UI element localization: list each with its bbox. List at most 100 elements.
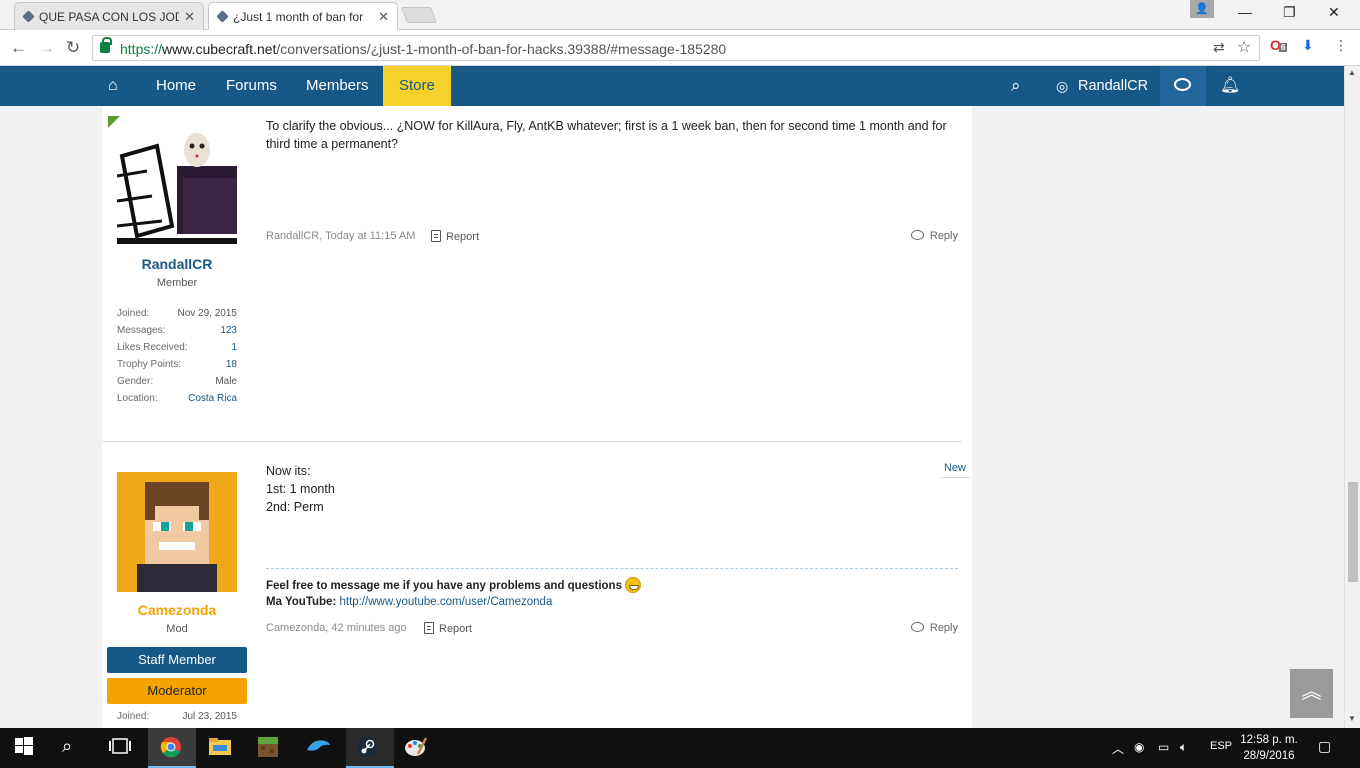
tab-title: ¿Just 1 month of ban for xyxy=(233,10,364,24)
author-name[interactable]: Camezonda xyxy=(102,602,252,618)
close-tab-icon[interactable]: ✕ xyxy=(184,9,195,25)
moderator-banner: Moderator xyxy=(107,678,247,704)
file-explorer-icon[interactable] xyxy=(208,736,232,760)
message-divider xyxy=(102,441,962,442)
url-text[interactable]: https://www.cubecraft.net/conversations/… xyxy=(120,41,726,57)
search-icon[interactable]: ⌕ xyxy=(62,736,86,760)
translate-icon[interactable]: ⇄ xyxy=(1213,39,1225,56)
stat-joined: Joined: Nov 29, 2015 xyxy=(117,308,237,319)
user-stats: Joined: Nov 29, 2015 Messages: 123 Likes R… xyxy=(117,305,237,407)
avatar[interactable] xyxy=(117,472,237,592)
smiley-icon xyxy=(624,577,641,593)
volume-icon[interactable]: 🔈︎ xyxy=(1180,740,1187,755)
bookmark-star-icon[interactable]: ☆ xyxy=(1237,37,1251,57)
body-line: 1st: 1 month xyxy=(266,482,335,496)
avatar-image xyxy=(117,472,237,592)
report-icon xyxy=(431,230,441,242)
browser-tab-2[interactable]: ¿Just 1 month of ban for ✕ xyxy=(208,2,398,31)
paint-icon[interactable] xyxy=(404,736,428,760)
message-meta[interactable]: RandallCR, Today at 11:15 AM xyxy=(266,230,415,242)
speech-bubble-icon xyxy=(1174,78,1191,91)
user-title: Mod xyxy=(166,623,188,635)
cube-favicon-icon xyxy=(216,10,229,23)
bell-icon[interactable]: 🔔︎ xyxy=(1220,66,1240,106)
network-icon[interactable]: ▭ xyxy=(1158,740,1169,754)
clock-date: 28/9/2016 xyxy=(1243,750,1295,762)
restore-icon[interactable]: ❐ xyxy=(1283,4,1296,21)
stat-joined: Joined: Jul 23, 2015 xyxy=(117,711,237,722)
clock-time: 12:58 p. m. xyxy=(1240,734,1298,746)
reply-button[interactable]: Reply xyxy=(910,622,958,634)
vertical-scrollbar[interactable]: ▲ ▼ xyxy=(1344,66,1360,728)
message-footer: RandallCR, Today at 11:15 AM Report Repl… xyxy=(266,230,958,248)
user-account-icon[interactable]: ◎ xyxy=(1056,66,1068,106)
signature: Feel free to message me if you have any … xyxy=(266,568,958,610)
reply-icon xyxy=(910,622,924,632)
minecraft-icon[interactable] xyxy=(257,736,281,760)
dolphin-icon[interactable] xyxy=(305,736,330,760)
windows-taskbar: ⌕ ︿ ◉ ▭ 🔈︎ ESP 12:58 p. m. 28/9/2016 ▢ xyxy=(0,728,1360,768)
nav-user[interactable]: RandallCR xyxy=(1078,66,1148,106)
minimize-icon[interactable]: — xyxy=(1238,4,1252,20)
nav-members[interactable]: Members xyxy=(306,66,369,106)
forward-icon[interactable]: → xyxy=(38,38,55,58)
steam-icon[interactable] xyxy=(356,736,380,760)
message-body: Now its: 1st: 1 month 2nd: Perm xyxy=(266,462,956,516)
browser-tab-1[interactable]: QUE PASA CON LOS JOD ✕ xyxy=(14,2,204,30)
tray-chevron-up-icon[interactable]: ︿ xyxy=(1112,740,1124,757)
browser-tab-strip: QUE PASA CON LOS JOD ✕ ¿Just 1 month of … xyxy=(0,0,1360,31)
reply-button[interactable]: Reply xyxy=(910,230,958,242)
author-name[interactable]: RandallCR xyxy=(102,256,252,272)
back-to-top-button[interactable]: ︽ xyxy=(1290,669,1333,718)
scroll-up-icon[interactable]: ▲ xyxy=(1348,68,1356,77)
tab-title: QUE PASA CON LOS JOD xyxy=(39,9,179,24)
close-window-icon[interactable]: ✕ xyxy=(1328,4,1340,21)
page-background xyxy=(972,106,1344,728)
language-indicator[interactable]: ESP xyxy=(1210,740,1232,752)
signature-line: Feel free to message me if you have any … xyxy=(266,577,958,594)
message-footer: Camezonda, 42 minutes ago Report Reply xyxy=(266,622,958,640)
user-title: Member xyxy=(156,277,198,289)
reply-icon xyxy=(910,230,924,240)
tray-steam-icon[interactable]: ◉ xyxy=(1134,740,1144,754)
report-button[interactable]: Report xyxy=(424,622,472,635)
avatar[interactable] xyxy=(116,126,237,246)
search-icon[interactable]: ⌕ xyxy=(1011,66,1021,106)
clock[interactable]: 12:58 p. m. 28/9/2016 xyxy=(1236,732,1302,764)
cube-favicon-icon xyxy=(22,10,35,23)
stat-likes: Likes Received: 1 xyxy=(117,342,237,353)
menu-icon[interactable]: ⋮ xyxy=(1334,37,1348,54)
body-line: Now its: xyxy=(266,464,311,478)
conversations-button[interactable] xyxy=(1160,66,1206,106)
scroll-down-icon[interactable]: ▼ xyxy=(1348,714,1356,723)
stat-location: Location: Costa Rica xyxy=(117,393,237,404)
stat-gender: Gender: Male xyxy=(117,376,237,387)
back-icon[interactable]: ← xyxy=(10,38,27,58)
nav-forums[interactable]: Forums xyxy=(226,66,277,106)
body-line: 2nd: Perm xyxy=(266,500,324,514)
reload-icon[interactable]: ↻ xyxy=(66,38,80,58)
youtube-link[interactable]: http://www.youtube.com/user/Camezonda xyxy=(339,596,552,608)
site-navigation: ⌂ Home Forums Members Store ⌕ ◎ RandallC… xyxy=(0,66,1344,106)
task-view-icon[interactable] xyxy=(108,736,132,760)
message-body: To clarify the obvious... ¿NOW for KillA… xyxy=(266,119,947,151)
report-icon xyxy=(424,622,434,634)
address-bar[interactable]: https://www.cubecraft.net/conversations/… xyxy=(92,35,1260,61)
nav-home[interactable]: Home xyxy=(156,66,196,106)
extension-opera-icon[interactable]: O6 xyxy=(1270,37,1288,53)
scrollbar-thumb[interactable] xyxy=(1348,482,1358,582)
download-extension-icon[interactable]: ⬇ xyxy=(1302,37,1314,54)
profile-icon[interactable]: 👤 xyxy=(1190,0,1214,18)
action-center-icon[interactable]: ▢ xyxy=(1318,738,1331,755)
windows-start-icon[interactable] xyxy=(14,736,38,760)
report-button[interactable]: Report xyxy=(431,230,479,243)
close-tab-icon[interactable]: ✕ xyxy=(378,9,389,25)
lock-icon xyxy=(100,37,112,53)
nav-store[interactable]: Store xyxy=(383,66,451,106)
message-meta[interactable]: Camezonda, 42 minutes ago xyxy=(266,622,407,634)
home-icon[interactable]: ⌂ xyxy=(108,66,118,106)
new-tab-button[interactable] xyxy=(401,7,437,23)
chrome-icon[interactable] xyxy=(160,736,184,760)
stat-trophy: Trophy Points: 18 xyxy=(117,359,237,370)
signature-youtube: Ma YouTube: http://www.youtube.com/user/… xyxy=(266,596,553,608)
